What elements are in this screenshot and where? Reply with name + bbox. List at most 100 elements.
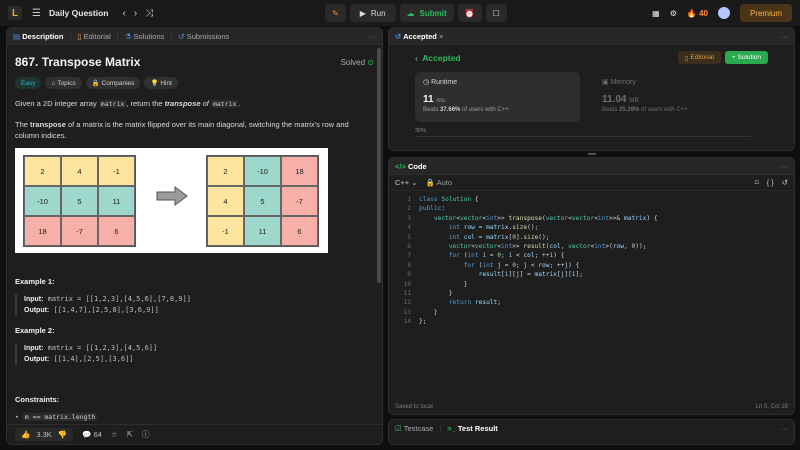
- matrix-cell: 18: [281, 156, 318, 186]
- editorial-button[interactable]: ▯ Editorial: [678, 51, 721, 64]
- runtime-value: 11: [423, 94, 434, 105]
- check-circle-icon: ⊙: [367, 57, 374, 67]
- description-scrollbar[interactable]: [377, 48, 381, 283]
- help-icon[interactable]: ⓘ: [142, 429, 150, 440]
- comments-button[interactable]: 💬 64: [82, 430, 102, 439]
- top-bar: L ☰ Daily Question ‹ › ⤨ ✎ ▶ Run ☁ Submit …: [0, 0, 800, 26]
- autocomplete-mode[interactable]: 🔒 Auto: [426, 178, 452, 187]
- matrix-cell: 4: [207, 186, 244, 216]
- notes-button[interactable]: ☐: [485, 4, 507, 22]
- submit-button[interactable]: ☁ Submit: [399, 4, 454, 22]
- problem-list-icon[interactable]: ☰: [32, 8, 41, 19]
- matrix-cell: 11: [98, 186, 135, 216]
- matrix-cell: 2: [24, 156, 61, 186]
- matrix-cell: -7: [61, 216, 98, 246]
- code-panel: </> Code ··· C++ ⌄ 🔒 Auto ⌑ { } ↺ 123456…: [388, 157, 795, 415]
- description-footer: 👍 3.3K 👎 💬 64 ☆ ⇱ ⓘ: [7, 424, 382, 444]
- problem-statement: Given a 2D integer array matrix, return …: [15, 99, 241, 108]
- editor-status-bar: Saved to local Ln 5, Col 28: [389, 400, 794, 414]
- tab-testcase[interactable]: ☑ Testcase: [395, 424, 433, 433]
- checkbox-icon: ☑: [395, 424, 402, 433]
- line-number: 1: [407, 196, 411, 203]
- arrow-right-icon: [156, 186, 188, 206]
- matrix-cell: -10: [24, 186, 61, 216]
- constraints-title: Constraints:: [15, 395, 60, 404]
- line-number: 7: [407, 252, 411, 260]
- format-braces-icon[interactable]: { }: [767, 178, 774, 187]
- transpose-illustration: 2 4 -1 -10 5 11 18 -7 6 2 -10 18 4 5 -7 -1 11 6: [15, 148, 328, 253]
- premium-button[interactable]: Premium: [739, 4, 792, 22]
- matrix-cell: -10: [244, 156, 281, 186]
- play-icon: ▶: [359, 8, 366, 18]
- matrix-cell: 6: [281, 216, 318, 246]
- plus-icon: +: [731, 54, 736, 61]
- terminal-icon: >_: [447, 424, 456, 433]
- reset-icon[interactable]: ↺: [782, 178, 788, 187]
- code-editor[interactable]: 1 2 3 4 5 6 7 8 9 10 11 12 13 14 class Solution { pub…: [389, 191, 794, 325]
- matrix-cell: 5: [244, 186, 281, 216]
- lock-icon: 🔒: [425, 178, 435, 187]
- hint-tag[interactable]: 💡 Hint: [144, 77, 178, 89]
- lock-icon: 🔒: [91, 80, 100, 87]
- tab-description[interactable]: ▤ Description: [13, 32, 63, 41]
- panel-resize-handle[interactable]: [588, 153, 596, 155]
- streak-counter[interactable]: 🔥 40: [687, 9, 708, 18]
- debug-button[interactable]: ✎: [325, 4, 346, 22]
- result-tabbar: ↺ Accepted × ···: [389, 28, 794, 45]
- tab-accepted[interactable]: ↺ Accepted ×: [395, 32, 443, 41]
- more-icon[interactable]: ···: [369, 32, 377, 41]
- run-button[interactable]: ▶ Run: [349, 4, 396, 22]
- share-icon[interactable]: ⇱: [127, 430, 133, 439]
- solution-button[interactable]: + Solution: [724, 51, 768, 64]
- description-panel: ▤ Description | ▯ Editorial | ⚗ Solution…: [6, 27, 383, 445]
- history-icon: ↺: [395, 31, 402, 41]
- bookmark-icon[interactable]: ⌑: [755, 178, 759, 187]
- problem-title[interactable]: 867. Transpose Matrix: [15, 55, 140, 69]
- language-select[interactable]: C++ ⌄: [395, 178, 418, 187]
- app-logo[interactable]: L: [8, 6, 22, 20]
- daily-question-title[interactable]: Daily Question: [49, 8, 109, 18]
- layout-grid-icon[interactable]: ▦: [652, 9, 660, 18]
- more-icon[interactable]: ···: [781, 32, 789, 41]
- fire-icon: 🔥: [686, 8, 697, 18]
- document-icon: ▤: [13, 31, 21, 41]
- book-icon: ▯: [77, 31, 82, 41]
- tab-code[interactable]: </> Code: [395, 162, 427, 171]
- source-code[interactable]: class Solution { public: vector<vector<i…: [419, 195, 658, 327]
- matrix-cell: 6: [98, 216, 135, 246]
- tab-test-result[interactable]: >_ Test Result: [447, 424, 498, 433]
- star-icon[interactable]: ☆: [111, 430, 118, 439]
- submit-label: Submit: [419, 8, 447, 18]
- save-status: Saved to local: [395, 404, 433, 410]
- more-icon[interactable]: ···: [781, 424, 789, 433]
- user-avatar[interactable]: [717, 7, 730, 19]
- line-number: 13: [403, 308, 411, 316]
- thumbs-down-icon[interactable]: 👎: [58, 430, 67, 439]
- chevron-left-icon[interactable]: ‹: [415, 53, 418, 63]
- lightbulb-icon: 💡: [150, 80, 159, 87]
- difficulty-badge: Easy: [15, 77, 42, 89]
- line-number: 10: [403, 280, 411, 288]
- more-icon[interactable]: ···: [781, 162, 789, 171]
- chevron-down-icon: ⌄: [411, 178, 418, 187]
- runtime-card[interactable]: ◷ Runtime 11 ms Beats 37.66% of users wi…: [415, 72, 580, 122]
- memory-chip-icon: ▣: [602, 79, 609, 86]
- tab-editorial[interactable]: ▯ Editorial: [77, 32, 110, 41]
- code-toolbar: C++ ⌄ 🔒 Auto ⌑ { } ↺: [389, 175, 794, 191]
- tab-submissions[interactable]: ↺ Submissions: [178, 32, 229, 41]
- shuffle-icon[interactable]: ⤨: [145, 8, 153, 19]
- tab-solutions[interactable]: ⚗ Solutions: [125, 32, 165, 41]
- flask-icon: ⚗: [124, 31, 132, 41]
- line-number: 3: [407, 214, 411, 222]
- memory-card[interactable]: ▣ Memory 11.04 MB Beats 25.39% of users …: [594, 72, 759, 122]
- settings-gear-icon[interactable]: ⚙: [670, 9, 677, 18]
- testcase-tabbar: ☑ Testcase | >_ Test Result ···: [395, 424, 789, 433]
- companies-tag[interactable]: 🔒 Companies: [85, 77, 141, 89]
- timer-button[interactable]: ⏰: [457, 4, 482, 22]
- close-icon[interactable]: ×: [439, 32, 443, 41]
- thumbs-up-icon[interactable]: 👍: [21, 430, 30, 439]
- example1-block: Input: matrix = [[1,2,3],[4,5,6],[7,8,9]…: [15, 294, 374, 316]
- topics-tag[interactable]: ⌂ Topics: [45, 77, 82, 89]
- prev-problem-icon[interactable]: ‹: [122, 8, 125, 19]
- next-problem-icon[interactable]: ›: [134, 8, 137, 19]
